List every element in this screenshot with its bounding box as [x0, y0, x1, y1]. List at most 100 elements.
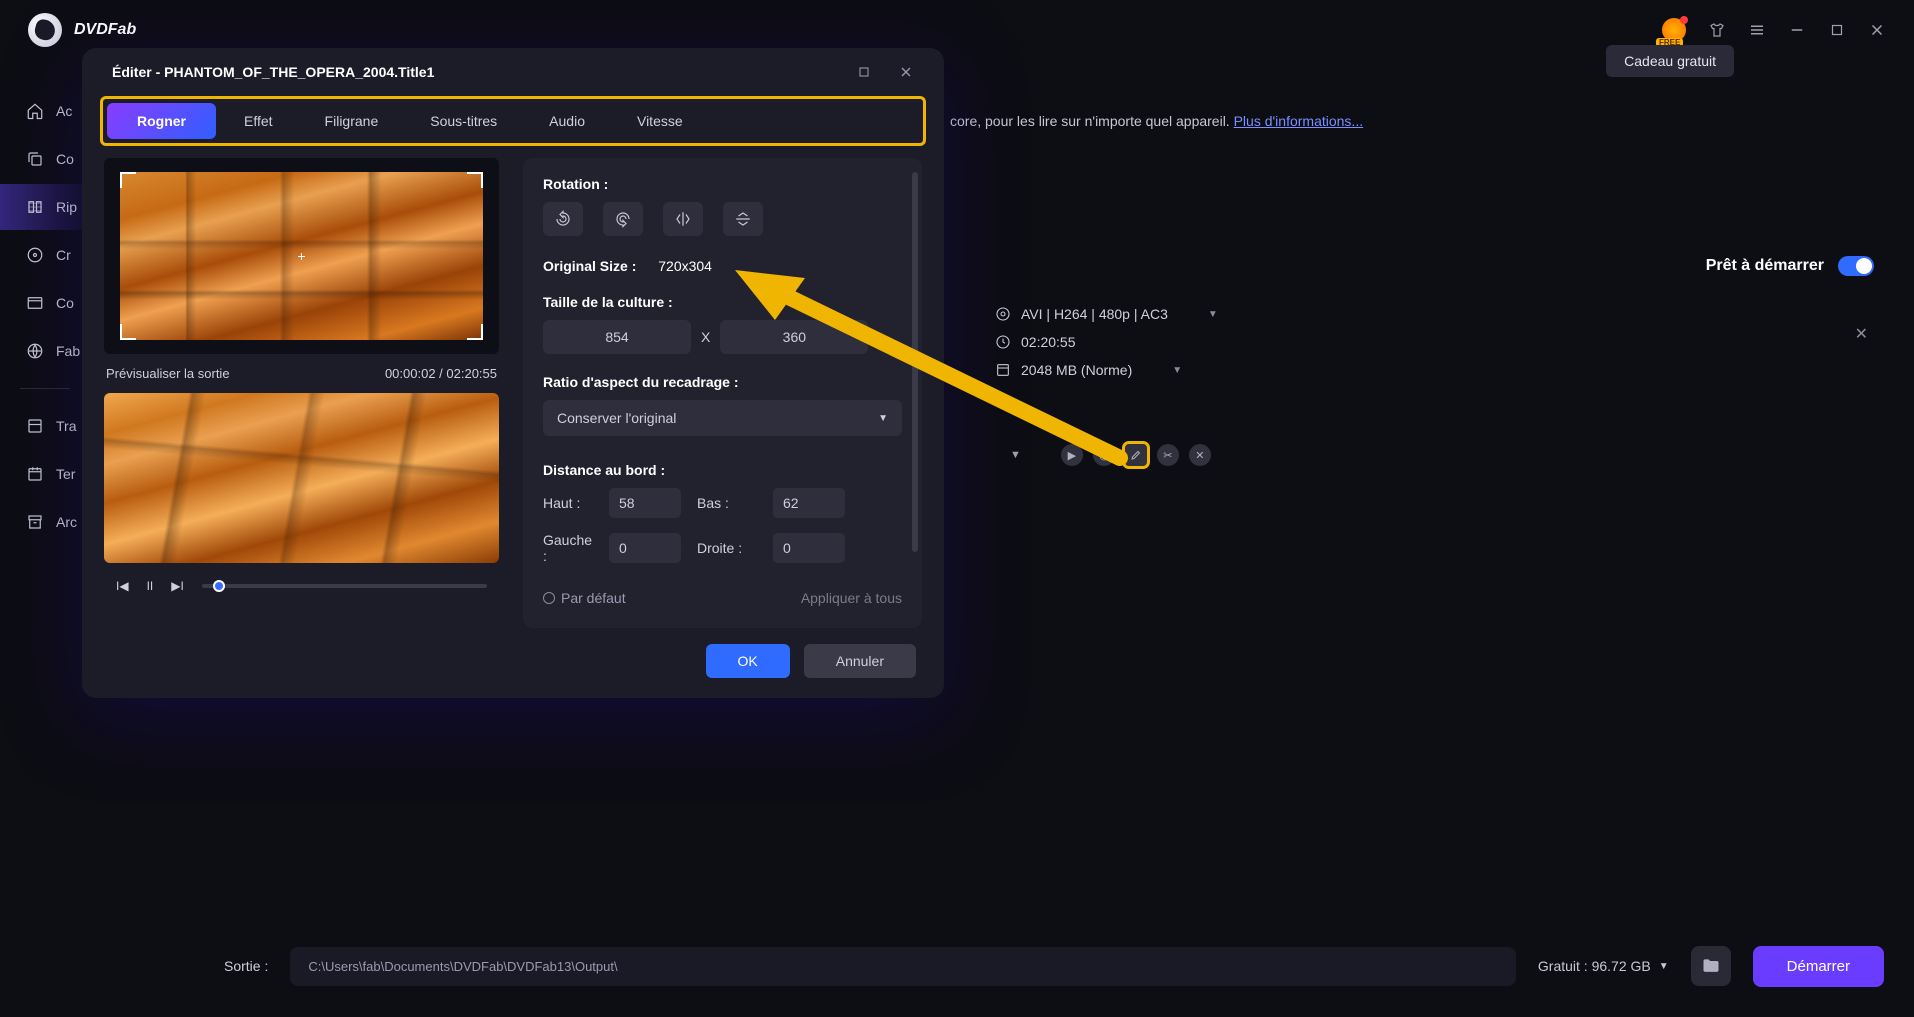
rotate-ccw-button[interactable]: [543, 202, 583, 236]
sidebar-item-label: Arc: [56, 514, 77, 530]
next-frame-button[interactable]: ▶I: [171, 579, 184, 593]
size-row[interactable]: 2048 MB (Norme) ▼: [995, 356, 1218, 384]
timeline-slider[interactable]: [202, 584, 487, 588]
menu-icon[interactable]: [1748, 21, 1766, 39]
close-button[interactable]: [1868, 21, 1886, 39]
sidebar-item-creator[interactable]: Cr: [0, 232, 90, 278]
browse-folder-button[interactable]: [1691, 946, 1731, 986]
flip-vertical-button[interactable]: [723, 202, 763, 236]
remove-item-button[interactable]: ✕: [1855, 324, 1868, 344]
crop-handle-bl[interactable]: [120, 324, 136, 340]
scrollbar[interactable]: [912, 172, 918, 552]
settings-button[interactable]: ◉: [1093, 444, 1115, 466]
chevron-down-icon: ▼: [1208, 309, 1218, 320]
edge-bottom-input[interactable]: [773, 488, 845, 518]
default-radio[interactable]: Par défaut: [543, 590, 626, 606]
flip-horizontal-button[interactable]: [663, 202, 703, 236]
tshirt-icon[interactable]: [1708, 21, 1726, 39]
sidebar-item-archive[interactable]: Arc: [0, 499, 90, 545]
tab-speed[interactable]: Vitesse: [613, 103, 707, 139]
sidebar-item-fab[interactable]: Fab: [0, 328, 90, 374]
sidebar-item-converter[interactable]: Co: [0, 280, 90, 326]
free-space[interactable]: Gratuit : 96.72 GB ▼: [1538, 958, 1669, 974]
prev-frame-button[interactable]: I◀: [116, 579, 129, 593]
clock-icon: [995, 334, 1011, 350]
aspect-label: Ratio d'aspect du recadrage :: [543, 374, 902, 390]
preview-label: Prévisualiser la sortie: [106, 366, 230, 381]
crop-center-icon: +: [297, 248, 305, 264]
editor-tabs: Rogner Effet Filigrane Sous-titres Audio…: [100, 96, 926, 146]
playback-controls: I◀ II ▶I: [104, 579, 499, 593]
output-path[interactable]: C:\Users\fab\Documents\DVDFab\DVDFab13\O…: [290, 947, 1516, 986]
timeline-thumb[interactable]: [213, 580, 225, 592]
window-controls: FREE: [1662, 18, 1886, 42]
maximize-button[interactable]: [1828, 21, 1846, 39]
item-actions: ▼ ▶ ◉ ✂ ✕: [1010, 444, 1211, 466]
start-button[interactable]: Démarrer: [1753, 946, 1884, 987]
crop-handle-tl[interactable]: [120, 172, 136, 188]
more-info-link[interactable]: Plus d'informations...: [1234, 113, 1364, 129]
rotation-label: Rotation :: [543, 176, 902, 192]
apply-all-button[interactable]: Appliquer à tous: [801, 590, 902, 606]
edge-right-input[interactable]: [773, 533, 845, 563]
edge-top-label: Haut :: [543, 495, 593, 511]
sidebar-item-label: Tra: [56, 418, 76, 434]
cancel-button[interactable]: Annuler: [804, 644, 916, 678]
gift-tooltip: Cadeau gratuit: [1606, 45, 1734, 77]
rotate-cw-button[interactable]: [603, 202, 643, 236]
profile-row[interactable]: AVI | H264 | 480p | AC3 ▼: [995, 300, 1218, 328]
minimize-button[interactable]: [1788, 21, 1806, 39]
editor-maximize-button[interactable]: [856, 64, 872, 80]
folder-icon: [1701, 956, 1721, 976]
editor-close-button[interactable]: [898, 64, 914, 80]
edit-button[interactable]: [1125, 444, 1147, 466]
sidebar-item-calendar[interactable]: Ter: [0, 451, 90, 497]
duration-row: 02:20:55: [995, 328, 1218, 356]
converter-icon: [26, 294, 44, 312]
output-label: Sortie :: [224, 958, 268, 974]
sidebar-item-label: Cr: [56, 247, 71, 263]
crop-handle-tr[interactable]: [467, 172, 483, 188]
crop-preview[interactable]: +: [104, 158, 499, 354]
ok-button[interactable]: OK: [706, 644, 790, 678]
creator-icon: [26, 246, 44, 264]
crop-height-input[interactable]: [720, 320, 868, 354]
play-button[interactable]: ▶: [1061, 444, 1083, 466]
chevron-down-icon[interactable]: ▼: [1010, 449, 1021, 461]
sidebar-item-label: Rip: [56, 199, 77, 215]
sidebar-item-ripper[interactable]: Rip: [0, 184, 90, 230]
crop-handle-br[interactable]: [467, 324, 483, 340]
sidebar-item-transfer[interactable]: Tra: [0, 403, 90, 449]
ready-label: Prêt à démarrer: [1706, 257, 1824, 275]
tab-subtitles[interactable]: Sous-titres: [406, 103, 521, 139]
crop-x-separator: X: [701, 329, 710, 345]
crop-settings-panel: Rotation : Original Size : 720x304: [523, 158, 922, 628]
crop-width-input[interactable]: [543, 320, 691, 354]
sidebar: Ac Co Rip Cr Co Fab Tra Ter Arc: [0, 60, 90, 1017]
gift-button[interactable]: FREE: [1662, 18, 1686, 42]
disk-icon: [995, 362, 1011, 378]
pause-button[interactable]: II: [147, 579, 154, 593]
sidebar-divider: [20, 388, 70, 389]
preview-column: + Prévisualiser la sortie 00:00:02 / 02:…: [104, 158, 499, 628]
tab-effect[interactable]: Effet: [220, 103, 297, 139]
editor-footer: OK Annuler: [706, 644, 917, 678]
tab-audio[interactable]: Audio: [525, 103, 609, 139]
aspect-ratio-select[interactable]: Conserver l'original ▼: [543, 400, 902, 436]
sidebar-item-copy[interactable]: Co: [0, 136, 90, 182]
app-logo: DVDFab: [28, 13, 136, 47]
edge-left-input[interactable]: [609, 533, 681, 563]
ready-to-start: Prêt à démarrer: [1706, 256, 1874, 276]
sidebar-item-home[interactable]: Ac: [0, 88, 90, 134]
edge-top-input[interactable]: [609, 488, 681, 518]
cut-button[interactable]: ✂: [1157, 444, 1179, 466]
transfer-icon: [26, 417, 44, 435]
archive-icon: [26, 513, 44, 531]
fab-icon: [26, 342, 44, 360]
close-action-button[interactable]: ✕: [1189, 444, 1211, 466]
calendar-icon: [26, 465, 44, 483]
tab-crop[interactable]: Rogner: [107, 103, 216, 139]
bottom-bar: Sortie : C:\Users\fab\Documents\DVDFab\D…: [224, 943, 1884, 989]
tab-watermark[interactable]: Filigrane: [301, 103, 403, 139]
ready-toggle[interactable]: [1838, 256, 1874, 276]
